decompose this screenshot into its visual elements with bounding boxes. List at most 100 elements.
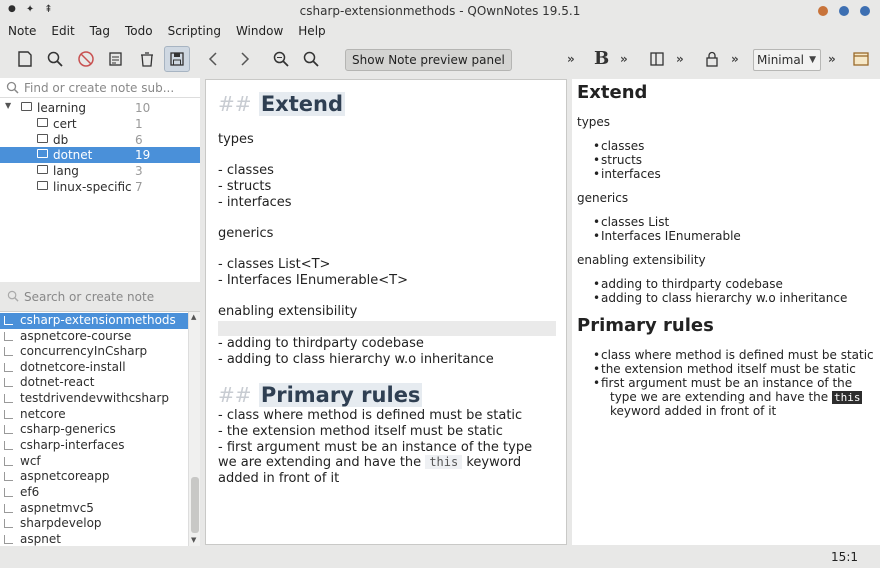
editor-text: we are extending and have the xyxy=(218,455,422,470)
scrollbar-thumb[interactable] xyxy=(191,477,199,533)
note-list-scrollbar[interactable]: ▲ ▼ xyxy=(188,312,200,546)
toolbar-overflow-chevron-3[interactable]: » xyxy=(676,52,684,66)
menu-window[interactable]: Window xyxy=(236,24,283,42)
editor-line: - adding to class hierarchy w.o inherita… xyxy=(218,352,494,367)
maximize-button[interactable] xyxy=(839,6,849,16)
note-title: dotnetcore-install xyxy=(20,360,126,374)
note-icon xyxy=(4,504,13,513)
search-icon xyxy=(47,51,63,67)
search-button[interactable] xyxy=(42,46,68,72)
preview-paragraph: enabling extensibility xyxy=(577,253,706,267)
menu-todo[interactable]: Todo xyxy=(125,24,153,42)
toolbar-overflow-chevron-4[interactable]: » xyxy=(731,52,739,66)
panels-button[interactable] xyxy=(644,46,670,72)
editor-line: - classes List<T> xyxy=(218,257,331,272)
note-editor[interactable]: ## Extend types - classes - structs - in… xyxy=(205,79,567,545)
block-icon xyxy=(78,51,94,67)
toolbar-overflow-chevron-1[interactable]: » xyxy=(567,52,575,66)
folder-item-dotnet[interactable]: dotnet 19 xyxy=(0,147,200,163)
editor-line: we are extending and have the this keywo… xyxy=(218,455,521,470)
folder-icon xyxy=(37,118,48,127)
folder-name: linux-specific xyxy=(53,180,132,194)
note-item[interactable]: ef6 xyxy=(0,485,188,501)
menu-scripting[interactable]: Scripting xyxy=(168,24,221,42)
zoom-button[interactable] xyxy=(298,46,324,72)
note-title: aspnetcore-course xyxy=(20,329,132,343)
subfolder-search-field[interactable]: Find or create note sub... xyxy=(0,78,200,98)
note-item[interactable]: dotnetcore-install xyxy=(0,360,188,376)
note-item[interactable]: aspnetmvc5 xyxy=(0,501,188,517)
search-icon xyxy=(7,290,19,302)
note-item[interactable]: sharpdevelop xyxy=(0,516,188,532)
note-title: wcf xyxy=(20,454,41,468)
chevron-down-icon: ▼ xyxy=(809,55,816,65)
edit-note-button[interactable] xyxy=(103,46,129,72)
note-item[interactable]: dotnet-react xyxy=(0,375,188,391)
note-item[interactable]: concurrencyInCsharp xyxy=(0,344,188,360)
menu-tag[interactable]: Tag xyxy=(90,24,110,42)
folder-name: lang xyxy=(53,164,79,178)
heading-marker: ## xyxy=(218,383,252,407)
note-item[interactable]: aspnetcore-course xyxy=(0,329,188,345)
toolbar-overflow-chevron-2[interactable]: » xyxy=(620,52,628,66)
scroll-down-icon[interactable]: ▼ xyxy=(191,536,196,544)
edit-icon xyxy=(109,52,122,66)
preview-list-item: classes List xyxy=(593,215,669,229)
back-button[interactable] xyxy=(201,46,227,72)
preview-list-continuation: type we are extending and have the this xyxy=(610,390,863,404)
preview-text: type we are extending and have the xyxy=(610,390,829,404)
editor-heading-1: ## Extend xyxy=(218,92,345,116)
menu-note[interactable]: Note xyxy=(8,24,36,42)
note-item[interactable]: csharp-extensionmethods xyxy=(0,313,188,329)
note-item[interactable]: aspnet xyxy=(0,532,188,546)
folder-item-db[interactable]: db 6 xyxy=(0,132,200,148)
editor-line: enabling extensibility xyxy=(218,304,358,319)
folder-item-cert[interactable]: cert 1 xyxy=(0,116,200,132)
note-item[interactable]: aspnetcoreapp xyxy=(0,469,188,485)
preview-list-continuation: keyword added in front of it xyxy=(610,404,777,418)
panels-icon xyxy=(650,52,664,66)
note-title: ef6 xyxy=(20,485,40,499)
preview-list-item: Interfaces IEnumerable xyxy=(593,229,741,243)
folder-item-learning[interactable]: ▼ learning 10 xyxy=(0,100,200,116)
note-item[interactable]: csharp-interfaces xyxy=(0,438,188,454)
folder-count: 7 xyxy=(135,180,143,194)
preview-paragraph: types xyxy=(577,115,611,129)
folder-icon xyxy=(37,134,48,143)
note-item[interactable]: testdrivendevwithcsharp xyxy=(0,391,188,407)
note-item[interactable]: wcf xyxy=(0,454,188,470)
note-title: aspnetmvc5 xyxy=(20,501,94,515)
expand-arrow-icon[interactable]: ▼ xyxy=(5,101,11,110)
workspace-select[interactable]: Minimal ▼ xyxy=(753,49,821,71)
note-title: dotnet-react xyxy=(20,375,95,389)
find-in-notes-icon xyxy=(273,51,289,67)
delete-button[interactable] xyxy=(134,46,160,72)
menu-help[interactable]: Help xyxy=(298,24,325,42)
forward-button[interactable] xyxy=(231,46,257,72)
new-note-button[interactable] xyxy=(12,46,38,72)
folder-count: 19 xyxy=(135,148,151,162)
find-in-notes-button[interactable] xyxy=(268,46,294,72)
title-bar: ● ✦ ⇞ csharp-extensionmethods - QOwnNote… xyxy=(0,0,880,24)
show-preview-button[interactable]: Show Note preview panel xyxy=(345,49,512,71)
chevron-left-icon xyxy=(208,52,217,66)
menu-edit[interactable]: Edit xyxy=(51,24,74,42)
toolbar-overflow-chevron-5[interactable]: » xyxy=(828,52,836,66)
note-item[interactable]: csharp-generics xyxy=(0,422,188,438)
scroll-up-icon[interactable]: ▲ xyxy=(191,313,196,321)
bold-button[interactable]: B xyxy=(594,48,609,69)
note-search-field[interactable]: Search or create note xyxy=(0,286,200,308)
save-button[interactable] xyxy=(164,46,190,72)
encrypt-button[interactable] xyxy=(699,46,725,72)
close-button[interactable] xyxy=(860,6,870,16)
folder-item-lang[interactable]: lang 3 xyxy=(0,163,200,179)
app-button[interactable] xyxy=(848,46,874,72)
note-search-placeholder: Search or create note xyxy=(24,290,155,304)
cancel-button[interactable] xyxy=(73,46,99,72)
folder-item-linux-specific[interactable]: linux-specific 7 xyxy=(0,179,200,195)
note-title: csharp-generics xyxy=(20,422,116,436)
note-item[interactable]: netcore xyxy=(0,407,188,423)
minimize-button[interactable] xyxy=(818,6,828,16)
note-preview: Extend types classes structs interfaces … xyxy=(572,79,880,545)
note-icon xyxy=(4,441,13,450)
